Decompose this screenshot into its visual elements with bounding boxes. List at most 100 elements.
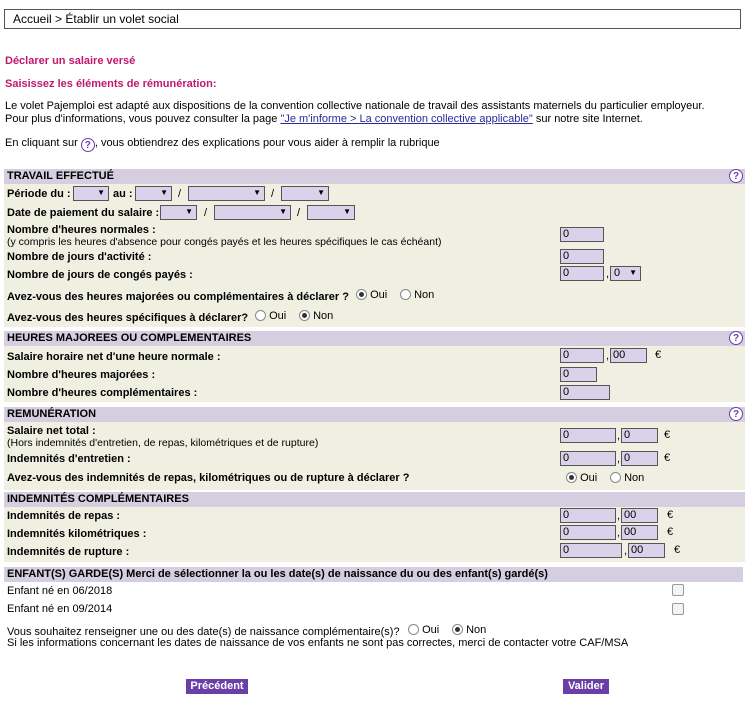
decimal-comma: , xyxy=(617,527,621,539)
indemnites-non-option[interactable]: Non xyxy=(610,472,644,484)
section-header-travail: TRAVAIL EFFECTUÉ ? xyxy=(4,169,745,184)
intro-line-2: Pour plus d'informations, vous pouvez co… xyxy=(5,113,750,126)
help-explanation-post: , vous obtiendrez des explications pour … xyxy=(94,137,440,149)
conges-decimal-select[interactable]: 0 xyxy=(610,266,641,281)
nb-majorees-input[interactable]: 0 xyxy=(560,367,597,382)
section-title-travail: TRAVAIL EFFECTUÉ xyxy=(7,170,114,182)
periode-label: Période du : xyxy=(7,188,71,200)
entretien-decimal-input[interactable]: 0 xyxy=(621,451,658,466)
naissance-oui-label: Oui xyxy=(422,624,440,636)
rupture-input[interactable]: 0 xyxy=(560,543,622,558)
indemnites-oui-option[interactable]: Oui xyxy=(566,472,597,484)
specifiques-non-option[interactable]: Non xyxy=(299,310,333,322)
majorees-non-label: Non xyxy=(414,289,435,301)
periode-end-month-select[interactable] xyxy=(188,186,265,201)
conges-comma: , xyxy=(606,268,610,280)
convention-link[interactable]: "Je m'informe > La convention collective… xyxy=(280,113,532,125)
paiement-day-select[interactable] xyxy=(160,205,197,220)
heures-normales-input[interactable]: 0 xyxy=(560,227,604,242)
help-explanation-pre: En cliquant sur xyxy=(5,137,81,149)
help-icon[interactable]: ? xyxy=(729,169,743,183)
salaire-horaire-input[interactable]: 0 xyxy=(560,348,604,363)
conges-decimal-value: 0 xyxy=(614,267,621,279)
section-header-heures-majorees: HEURES MAJOREES OU COMPLEMENTAIRES ? xyxy=(4,331,745,346)
repas-input[interactable]: 0 xyxy=(560,508,616,523)
entretien-label: Indemnités d'entretien : xyxy=(7,453,131,465)
specifiques-oui-radio[interactable] xyxy=(255,310,266,321)
page-title: Déclarer un salaire versé xyxy=(5,55,136,67)
specifiques-oui-label: Oui xyxy=(269,310,287,322)
entretien-input[interactable]: 0 xyxy=(560,451,616,466)
date-separator: / xyxy=(297,207,301,219)
nb-complementaires-input[interactable]: 0 xyxy=(560,385,610,400)
salaire-total-decimal-input[interactable]: 0 xyxy=(621,428,658,443)
salaire-total-sub: (Hors indemnités d'entretien, de repas, … xyxy=(7,437,319,449)
previous-button[interactable]: Précédent xyxy=(186,679,248,694)
date-separator: / xyxy=(178,188,182,200)
specifiques-non-radio[interactable] xyxy=(299,310,310,321)
salaire-horaire-decimal-input[interactable]: 00 xyxy=(610,348,647,363)
validate-button[interactable]: Valider xyxy=(563,679,609,694)
indemnites-oui-radio[interactable] xyxy=(566,472,577,483)
naissance-non-option[interactable]: Non xyxy=(452,624,486,636)
conges-label: Nombre de jours de congés payés : xyxy=(7,269,193,281)
specifiques-oui-option[interactable]: Oui xyxy=(255,310,286,322)
paiement-year-select[interactable] xyxy=(307,205,355,220)
paiement-label: Date de paiement du salaire : xyxy=(7,207,160,219)
repas-label: Indemnités de repas : xyxy=(7,510,121,522)
decimal-comma: , xyxy=(617,430,621,442)
euro-sign: € xyxy=(674,544,681,556)
repas-decimal-input[interactable]: 00 xyxy=(621,508,658,523)
nb-majorees-label: Nombre d'heures majorées : xyxy=(7,369,156,381)
help-icon[interactable]: ? xyxy=(729,407,743,421)
km-input[interactable]: 0 xyxy=(560,525,616,540)
km-decimal-input[interactable]: 00 xyxy=(621,525,658,540)
salaire-total-input[interactable]: 0 xyxy=(560,428,616,443)
conges-input[interactable]: 0 xyxy=(560,266,604,281)
section-header-enfants: ENFANT(S) GARDE(S) Merci de sélectionner… xyxy=(4,567,743,582)
euro-sign: € xyxy=(655,349,662,361)
help-icon[interactable]: ? xyxy=(729,331,743,345)
salaire-horaire-label: Salaire horaire net d'une heure normale … xyxy=(7,351,221,363)
naissance-non-label: Non xyxy=(466,624,487,636)
periode-start-day-select[interactable] xyxy=(73,186,109,201)
indemnites-non-label: Non xyxy=(624,472,645,484)
breadcrumb: Accueil > Établir un volet social xyxy=(4,9,741,29)
km-label: Indemnités kilométriques : xyxy=(7,528,147,540)
salaire-total-label: Salaire net total : xyxy=(7,425,96,437)
majorees-non-radio[interactable] xyxy=(400,289,411,300)
decimal-comma: , xyxy=(617,453,621,465)
jours-activite-input[interactable]: 0 xyxy=(560,249,604,264)
naissance-oui-radio[interactable] xyxy=(408,624,419,635)
euro-sign: € xyxy=(664,452,671,464)
euro-sign: € xyxy=(667,526,674,538)
majorees-non-option[interactable]: Non xyxy=(400,289,434,301)
jours-activite-label: Nombre de jours d'activité : xyxy=(7,251,152,263)
child-2-checkbox[interactable] xyxy=(672,603,684,615)
intro-line-2-post: sur notre site Internet. xyxy=(532,113,643,125)
section-title-remuneration: REMUNÉRATION xyxy=(7,408,97,420)
child-1-checkbox[interactable] xyxy=(672,584,684,596)
date-separator: / xyxy=(271,188,275,200)
euro-sign: € xyxy=(667,509,674,521)
decimal-comma: , xyxy=(617,510,621,522)
majorees-oui-radio[interactable] xyxy=(356,289,367,300)
decimal-comma: , xyxy=(606,350,610,362)
periode-end-day-select[interactable] xyxy=(135,186,172,201)
periode-end-year-select[interactable] xyxy=(281,186,329,201)
intro-line-1: Le volet Pajemploi est adapté aux dispos… xyxy=(5,100,705,112)
naissance-non-radio[interactable] xyxy=(452,624,463,635)
majorees-question: Avez-vous des heures majorées ou complém… xyxy=(7,291,349,303)
section-header-remuneration: REMUNÉRATION ? xyxy=(4,407,745,422)
paiement-month-select[interactable] xyxy=(214,205,291,220)
section-title-enfants: ENFANT(S) GARDE(S) Merci de sélectionner… xyxy=(7,568,548,580)
child-1-label: Enfant né en 06/2018 xyxy=(7,585,113,597)
heures-normales-sub: (y compris les heures d'absence pour con… xyxy=(7,236,442,248)
page-subtitle: Saisissez les éléments de rémunération: xyxy=(5,78,217,90)
rupture-decimal-input[interactable]: 00 xyxy=(628,543,665,558)
indemnites-non-radio[interactable] xyxy=(610,472,621,483)
majorees-oui-option[interactable]: Oui xyxy=(356,289,387,301)
naissance-oui-option[interactable]: Oui xyxy=(408,624,439,636)
heures-normales-label: Nombre d'heures normales : xyxy=(7,224,156,236)
intro-line-2-pre: Pour plus d'informations, vous pouvez co… xyxy=(5,113,281,125)
